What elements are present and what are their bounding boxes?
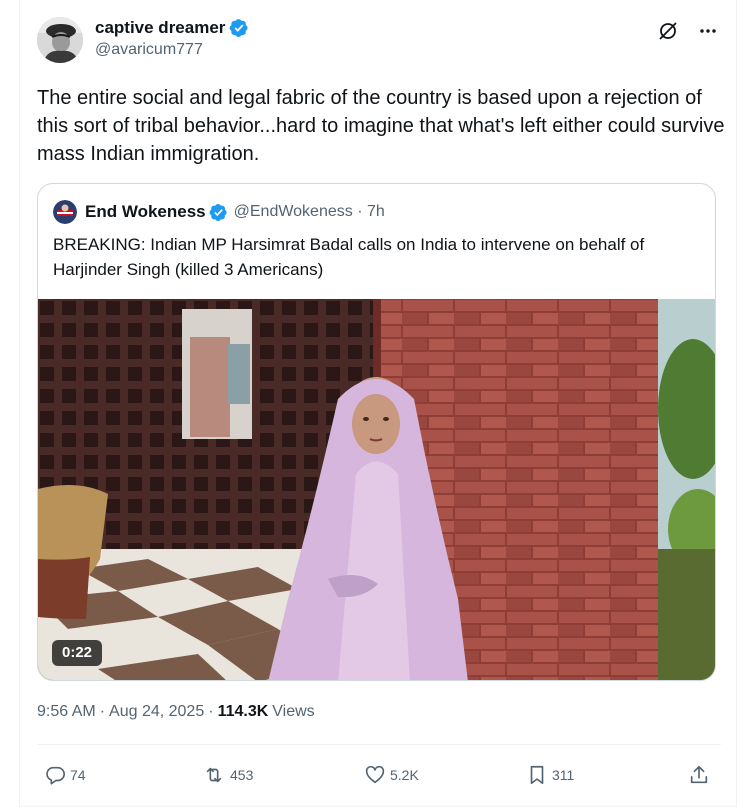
meta-separator: ·	[99, 703, 106, 720]
views-label: Views	[272, 703, 315, 720]
author-display-name[interactable]: captive dreamer	[95, 18, 225, 38]
verified-badge-icon	[209, 203, 228, 222]
frame-border-right	[736, 0, 737, 807]
reply-icon	[44, 764, 66, 786]
tweet-date[interactable]: Aug 24, 2025	[109, 703, 204, 721]
reply-button[interactable]: 74	[44, 760, 86, 790]
quoted-handle[interactable]: @EndWokeness	[234, 203, 353, 221]
share-icon	[688, 764, 710, 786]
bookmark-icon	[526, 764, 548, 786]
views-count: 114.3K	[217, 703, 269, 720]
repost-count: 453	[230, 767, 254, 783]
like-icon	[364, 764, 386, 786]
like-count: 5.2K	[390, 767, 419, 783]
repost-icon	[202, 764, 226, 786]
frame-border-left	[19, 0, 20, 807]
reply-count: 74	[70, 767, 86, 783]
author-handle[interactable]: @avaricum777	[95, 41, 249, 59]
divider	[37, 744, 721, 745]
avatar[interactable]	[37, 17, 83, 63]
bookmark-button[interactable]: 311	[526, 760, 574, 790]
like-button[interactable]: 5.2K	[364, 760, 419, 790]
quoted-age[interactable]: 7h	[367, 203, 385, 221]
tweet-time[interactable]: 9:56 AM	[37, 703, 96, 721]
quoted-text: BREAKING: Indian MP Harsimrat Badal call…	[53, 235, 645, 279]
video-thumbnail	[38, 299, 715, 680]
meta-separator: ·	[208, 703, 214, 720]
verified-badge-icon	[229, 18, 249, 38]
avatar-image	[37, 17, 83, 63]
tweet-top-actions	[657, 20, 719, 42]
quoted-tweet-header: End Wokeness @EndWokeness · 7h	[53, 200, 385, 224]
action-bar: 74 453 5.2K 311	[44, 760, 716, 790]
more-icon[interactable]	[697, 20, 719, 42]
quoted-separator: ·	[352, 203, 367, 220]
quoted-display-name[interactable]: End Wokeness	[85, 202, 206, 222]
share-button[interactable]	[688, 760, 710, 790]
quoted-tweet[interactable]: End Wokeness @EndWokeness · 7h BREAKING:…	[37, 183, 716, 681]
grok-icon[interactable]	[657, 20, 679, 42]
tweet-text: The entire social and legal fabric of th…	[37, 87, 725, 165]
tweet-author: captive dreamer @avaricum777	[95, 17, 249, 59]
video-player[interactable]: 0:22	[38, 299, 715, 680]
repost-button[interactable]: 453	[202, 760, 253, 790]
quoted-avatar[interactable]	[53, 200, 77, 224]
video-duration-badge: 0:22	[52, 640, 103, 666]
bookmark-count: 311	[552, 767, 575, 783]
tweet-meta: 9:56 AM · Aug 24, 2025 · 114.3K Views	[37, 703, 315, 721]
